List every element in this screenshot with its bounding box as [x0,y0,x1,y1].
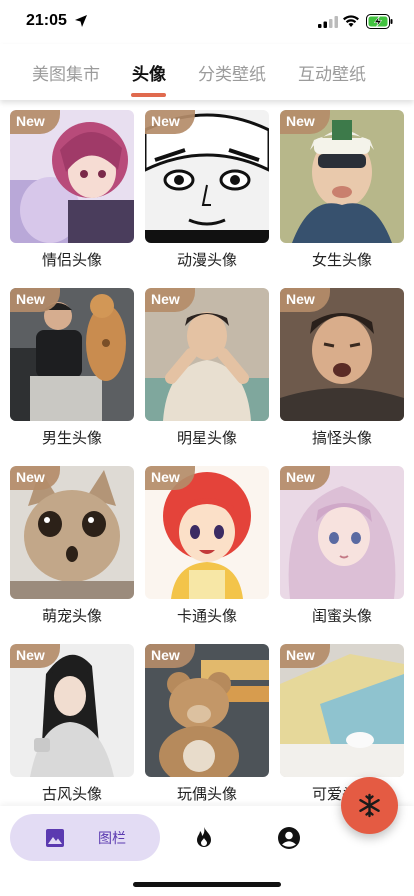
category-thumbnail: New [280,288,404,421]
category-card-girl[interactable]: New 女生头像 [280,110,404,276]
category-label: 玩偶头像 [176,785,237,803]
tab-interactive-wallpaper[interactable]: 互动壁纸 [298,60,366,85]
category-thumbnail: New [145,110,269,243]
category-thumbnail: New [10,466,134,599]
category-label: 动漫头像 [176,251,237,269]
nav-item-gallery-label: 图栏 [98,831,126,847]
fire-icon[interactable] [193,826,215,848]
category-card-doll[interactable]: New 玩偶头像 [145,644,269,806]
cellular-signal-icon [318,16,338,28]
snowflake-fab-button[interactable] [341,777,398,834]
category-label: 情侣头像 [41,251,102,269]
category-card-anime[interactable]: New 动漫头像 [145,110,269,276]
category-label: 卡通头像 [176,607,237,625]
wifi-icon [343,15,359,27]
snowflake-icon [359,793,380,818]
category-tab-bar: 美图集市 头像 分类壁纸 互动壁纸 [0,44,414,100]
category-thumbnail: New [145,466,269,599]
category-thumbnail: New [280,110,404,243]
category-card-bestie[interactable]: New 闺蜜头像 [280,466,404,632]
category-thumbnail: New [145,288,269,421]
category-label: 男生头像 [41,429,102,447]
tab-avatar[interactable]: 头像 [132,60,166,85]
category-label: 闺蜜头像 [311,607,372,625]
category-thumbnail: New [280,644,404,777]
category-label: 搞怪头像 [311,429,372,447]
category-card-funny[interactable]: New 搞怪头像 [280,288,404,454]
account-icon[interactable] [277,826,301,850]
category-card-celebrity[interactable]: New 明星头像 [145,288,269,454]
category-thumbnail: New [10,644,134,777]
category-label: 古风头像 [41,785,102,803]
category-label: 萌宠头像 [41,607,102,625]
category-label: 明星头像 [176,429,237,447]
active-tab-indicator [131,93,166,97]
category-card-pet[interactable]: New 萌宠头像 [10,466,134,632]
status-time: 21:05 [26,12,67,29]
category-card-boy[interactable]: New 男生头像 [10,288,134,454]
gallery-icon [46,829,64,847]
category-label: 女生头像 [311,251,372,269]
battery-charging-icon [366,14,393,29]
category-thumbnail: New [145,644,269,777]
nav-item-gallery[interactable]: 图栏 [10,814,160,861]
avatar-category-grid: New 情侣头像 New 动漫头像 New 女生头像 New 男生头像 New … [0,100,414,806]
tab-category-wallpaper[interactable]: 分类壁纸 [198,60,266,85]
location-arrow-icon [75,15,87,27]
category-card-couple[interactable]: New 情侣头像 [10,110,134,276]
home-indicator [133,882,281,887]
tab-meitu-market[interactable]: 美图集市 [32,60,100,85]
category-thumbnail: New [280,466,404,599]
status-bar: 21:05 [0,0,414,44]
category-thumbnail: New [10,110,134,243]
category-thumbnail: New [10,288,134,421]
category-card-ancient[interactable]: New 古风头像 [10,644,134,806]
category-card-cartoon[interactable]: New 卡通头像 [145,466,269,632]
